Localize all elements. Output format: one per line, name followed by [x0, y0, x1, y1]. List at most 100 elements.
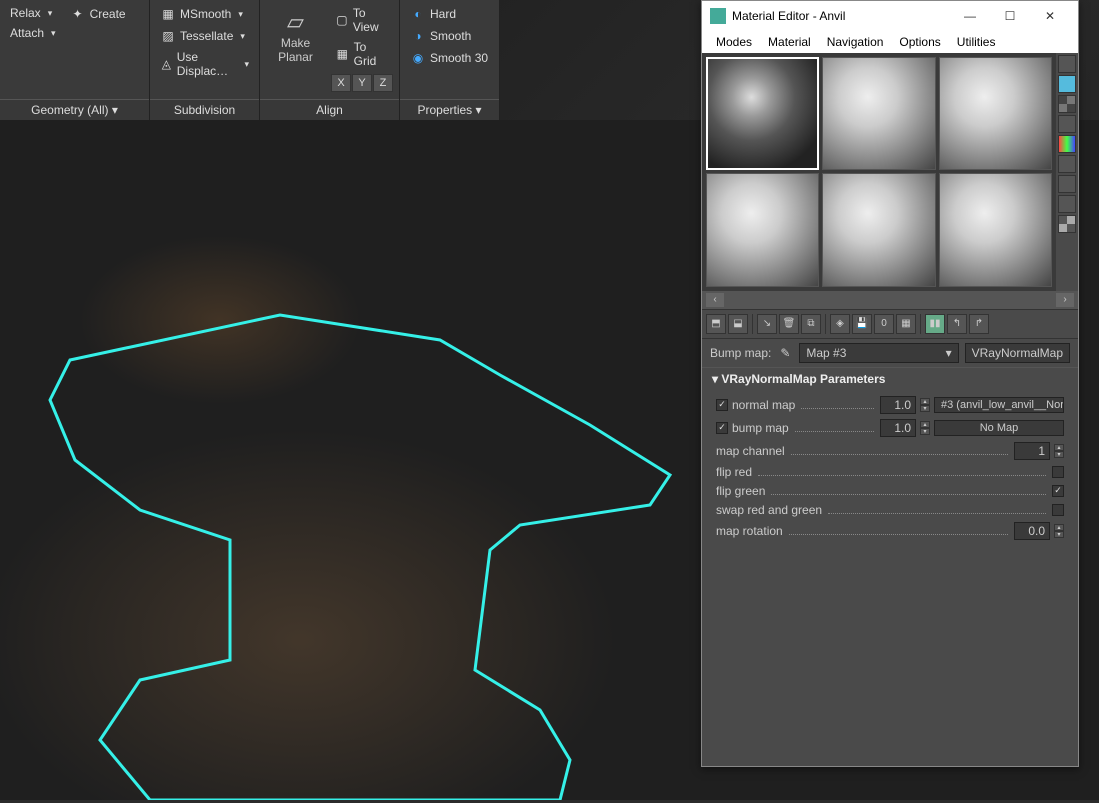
- smooth-icon: ◑: [410, 28, 426, 44]
- bump-map-checkbox[interactable]: ✓: [716, 422, 728, 434]
- map-rotation-value[interactable]: 0.0: [1014, 522, 1050, 540]
- spinner-down-icon[interactable]: ▾: [920, 428, 930, 435]
- assign-to-selection-icon[interactable]: ↘: [757, 314, 777, 334]
- show-map-icon[interactable]: ▦: [896, 314, 916, 334]
- material-map-icon[interactable]: [1058, 215, 1076, 233]
- menu-material[interactable]: Material: [762, 33, 817, 51]
- spinner-down-icon[interactable]: ▾: [1054, 531, 1064, 538]
- get-material-icon[interactable]: ⬒: [706, 314, 726, 334]
- bump-map-slot-button[interactable]: No Map: [934, 420, 1064, 436]
- map-name-dropdown[interactable]: Map #3▾: [799, 343, 958, 363]
- make-unique-icon[interactable]: ◈: [830, 314, 850, 334]
- smooth30-icon: ◉: [410, 50, 426, 66]
- attach-button[interactable]: Attach▾: [6, 24, 60, 42]
- go-to-parent-icon[interactable]: ↰: [947, 314, 967, 334]
- tessellate-button[interactable]: ▨Tessellate▾: [156, 26, 253, 46]
- panel-geometry-label[interactable]: Geometry (All) ▾: [0, 99, 149, 120]
- menu-navigation[interactable]: Navigation: [821, 33, 890, 51]
- material-slot-5[interactable]: [822, 173, 935, 286]
- normal-map-value[interactable]: 1.0: [880, 396, 916, 414]
- flip-red-checkbox[interactable]: [1052, 466, 1064, 478]
- map-rotation-label: map rotation: [716, 524, 783, 538]
- normal-map-slot-button[interactable]: #3 (anvil_low_anvil__Normal: [934, 397, 1064, 413]
- make-planar-icon: ▱: [282, 8, 310, 36]
- rollout-header[interactable]: ▾ VRayNormalMap Parameters: [702, 367, 1078, 390]
- swap-rg-checkbox[interactable]: [1052, 504, 1064, 516]
- close-button[interactable]: ✕: [1030, 1, 1070, 31]
- menu-modes[interactable]: Modes: [710, 33, 758, 51]
- put-to-scene-icon[interactable]: ⬓: [728, 314, 748, 334]
- material-editor-window[interactable]: Material Editor - Anvil — ☐ ✕ Modes Mate…: [701, 0, 1079, 767]
- map-channel-value[interactable]: 1: [1014, 442, 1050, 460]
- app-icon: [710, 8, 726, 24]
- spinner-up-icon[interactable]: ▴: [920, 398, 930, 405]
- panel-properties-label[interactable]: Properties ▾: [400, 99, 499, 120]
- video-color-icon[interactable]: [1058, 135, 1076, 153]
- swap-rg-label: swap red and green: [716, 503, 822, 517]
- spinner-up-icon[interactable]: ▴: [1054, 524, 1064, 531]
- create-button[interactable]: ✦Create: [66, 4, 130, 24]
- flip-green-checkbox[interactable]: ✓: [1052, 485, 1064, 497]
- msmooth-icon: ▦: [160, 6, 176, 22]
- scroll-left-button[interactable]: ‹: [706, 293, 724, 307]
- maximize-button[interactable]: ☐: [990, 1, 1030, 31]
- flip-red-param: flip red: [716, 465, 1064, 479]
- window-titlebar[interactable]: Material Editor - Anvil — ☐ ✕: [702, 1, 1078, 31]
- make-preview-icon[interactable]: [1058, 155, 1076, 173]
- relax-button[interactable]: Relax▾: [6, 4, 60, 22]
- material-slot-grid: [702, 53, 1056, 291]
- pick-map-icon[interactable]: ✎: [777, 345, 793, 361]
- minimize-button[interactable]: —: [950, 1, 990, 31]
- to-grid-icon: ▦: [335, 46, 350, 62]
- displace-icon: ◬: [160, 56, 173, 72]
- align-y-button[interactable]: Y: [352, 74, 372, 92]
- material-slot-6[interactable]: [939, 173, 1052, 286]
- spinner-down-icon[interactable]: ▾: [1054, 451, 1064, 458]
- flip-green-label: flip green: [716, 484, 765, 498]
- use-displace-button[interactable]: ◬Use Displac…▾: [156, 48, 253, 80]
- options-icon[interactable]: [1058, 175, 1076, 193]
- scroll-right-button[interactable]: ›: [1056, 293, 1074, 307]
- align-z-button[interactable]: Z: [373, 74, 393, 92]
- msmooth-button[interactable]: ▦MSmooth▾: [156, 4, 253, 24]
- material-slot-3[interactable]: [939, 57, 1052, 170]
- hard-button[interactable]: ◐Hard: [406, 4, 492, 24]
- material-slot-4[interactable]: [706, 173, 819, 286]
- to-view-button[interactable]: ▢To View: [331, 4, 393, 36]
- background-icon[interactable]: [1058, 95, 1076, 113]
- rollout-empty-area: [702, 546, 1078, 766]
- material-slot-2[interactable]: [822, 57, 935, 170]
- spinner-up-icon[interactable]: ▴: [1054, 444, 1064, 451]
- create-icon: ✦: [70, 6, 86, 22]
- make-planar-button[interactable]: ▱ Make Planar: [266, 4, 325, 95]
- slot-scroll-row: ‹ ›: [702, 291, 1078, 309]
- put-to-library-icon[interactable]: 💾: [852, 314, 872, 334]
- show-end-result-icon[interactable]: ▮▮: [925, 314, 945, 334]
- select-by-material-icon[interactable]: [1058, 195, 1076, 213]
- reset-map-icon[interactable]: 🗑: [779, 314, 799, 334]
- material-toolbar: ⬒ ⬓ ↘ 🗑 ⧉ ◈ 💾 0 ▦ ▮▮ ↰ ↱: [702, 309, 1078, 339]
- menu-options[interactable]: Options: [893, 33, 946, 51]
- menu-bar: Modes Material Navigation Options Utilit…: [702, 31, 1078, 53]
- smooth-button[interactable]: ◑Smooth: [406, 26, 492, 46]
- sample-uv-icon[interactable]: [1058, 115, 1076, 133]
- backlight-icon[interactable]: [1058, 75, 1076, 93]
- spinner-up-icon[interactable]: ▴: [920, 421, 930, 428]
- smooth30-button[interactable]: ◉Smooth 30: [406, 48, 492, 68]
- bump-map-value[interactable]: 1.0: [880, 419, 916, 437]
- normal-map-checkbox[interactable]: ✓: [716, 399, 728, 411]
- menu-utilities[interactable]: Utilities: [951, 33, 1002, 51]
- map-type-button[interactable]: VRayNormalMap: [965, 343, 1070, 363]
- align-x-button[interactable]: X: [331, 74, 351, 92]
- make-copy-icon[interactable]: ⧉: [801, 314, 821, 334]
- go-forward-icon[interactable]: ↱: [969, 314, 989, 334]
- ribbon: Relax▾ Attach▾ ✦Create Geometry (All) ▾ …: [0, 0, 500, 120]
- material-id-icon[interactable]: 0: [874, 314, 894, 334]
- spinner-down-icon[interactable]: ▾: [920, 405, 930, 412]
- to-view-icon: ▢: [335, 12, 349, 28]
- panel-subdivision-label: Subdivision: [150, 99, 259, 120]
- to-grid-button[interactable]: ▦To Grid: [331, 38, 393, 70]
- material-slot-1[interactable]: [706, 57, 819, 170]
- sample-type-icon[interactable]: [1058, 55, 1076, 73]
- normal-map-param: ✓ normal map 1.0 ▴▾ #3 (anvil_low_anvil_…: [716, 396, 1064, 414]
